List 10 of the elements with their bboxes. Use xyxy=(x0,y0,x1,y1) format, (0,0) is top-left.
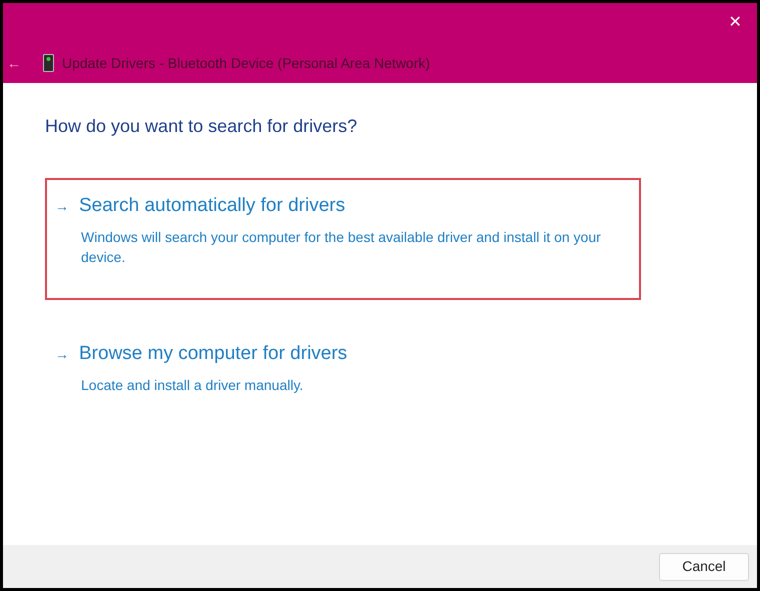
option-description: Windows will search your computer for the best available driver and install it on your device. xyxy=(81,228,602,267)
option-description: Locate and install a driver manually. xyxy=(81,376,304,395)
option-link[interactable]: → Browse my computer for drivers xyxy=(55,340,631,368)
option-link[interactable]: → Search automatically for drivers xyxy=(55,192,631,220)
window-title: Update Drivers - Bluetooth Device (Personal Area Network) xyxy=(62,54,430,73)
back-button[interactable]: ← xyxy=(3,52,33,74)
cancel-button[interactable]: Cancel xyxy=(659,552,749,580)
close-button[interactable]: ✕ xyxy=(713,3,757,43)
device-icon xyxy=(43,54,54,72)
page-heading: How do you want to search for drivers? xyxy=(45,115,358,138)
